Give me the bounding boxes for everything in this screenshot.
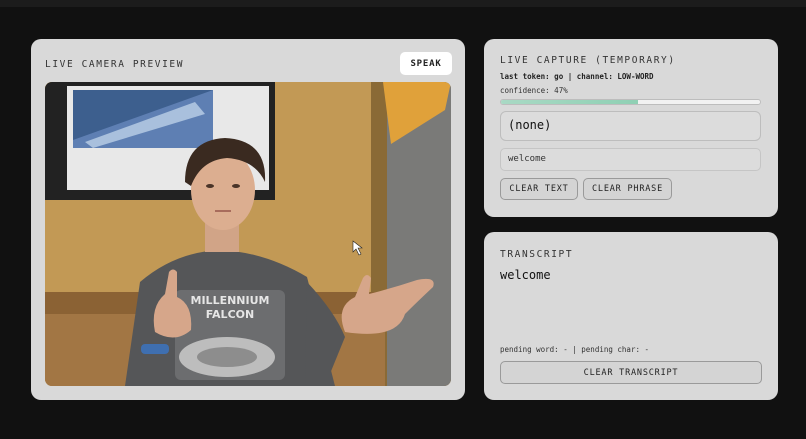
live-capture-title: LIVE CAPTURE (TEMPORARY) [500,55,676,66]
top-bar [0,0,806,7]
confidence-bar [500,99,761,105]
camera-frame-image: MILLENNIUM FALCON [45,82,451,386]
shirt-text-line2: FALCON [206,308,254,321]
camera-video-feed: MILLENNIUM FALCON [45,82,451,386]
live-capture-panel: LIVE CAPTURE (TEMPORARY) last token: go … [484,39,778,217]
clear-text-button[interactable]: CLEAR TEXT [500,178,578,200]
transcript-text: welcome [500,268,551,282]
pending-status: pending word: - | pending char: - [500,345,650,354]
camera-panel: LIVE CAMERA PREVIEW SPEAK MILLENNIUM FAL… [31,39,465,400]
transcript-panel: TRANSCRIPT welcome pending word: - | pen… [484,232,778,400]
current-sign-display: (none) [500,111,761,141]
phrase-field[interactable]: welcome [500,148,761,171]
confidence-label: confidence: 47% [500,86,568,95]
confidence-bar-fill [501,100,639,104]
shirt-text-line1: MILLENNIUM [191,294,270,307]
last-token-status: last token: go | channel: LOW-WORD [500,72,654,81]
camera-panel-title: LIVE CAMERA PREVIEW [45,59,185,70]
clear-phrase-button[interactable]: CLEAR PHRASE [583,178,672,200]
speak-button[interactable]: SPEAK [400,52,452,75]
clear-transcript-button[interactable]: CLEAR TRANSCRIPT [500,361,762,384]
transcript-title: TRANSCRIPT [500,249,574,260]
